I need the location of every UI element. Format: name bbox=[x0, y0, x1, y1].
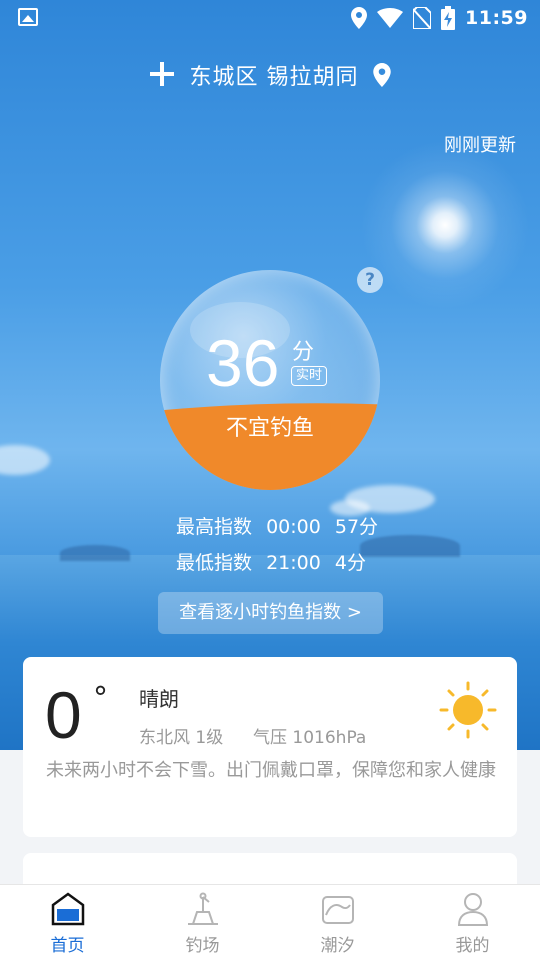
max-index-time: 00:00 bbox=[266, 516, 321, 538]
max-index-row: 最高指数 00:00 57分 bbox=[176, 512, 386, 539]
battery-charging-icon bbox=[441, 6, 456, 30]
nav-tide-label: 潮汐 bbox=[320, 936, 355, 956]
pressure-info: 气压 1016hPa bbox=[253, 728, 367, 748]
wifi-icon bbox=[377, 8, 404, 28]
sun-icon bbox=[439, 681, 497, 739]
min-index-row: 最低指数 21:00 4分 bbox=[176, 548, 374, 575]
min-index-time: 21:00 bbox=[266, 552, 321, 574]
min-index-label: 最低指数 bbox=[176, 552, 253, 574]
cloud bbox=[0, 445, 50, 475]
realtime-badge: 实时 bbox=[291, 366, 328, 386]
bottom-navigation: 首页 钓场 潮汐 我的 bbox=[0, 884, 540, 960]
location-pin-icon[interactable] bbox=[372, 63, 391, 87]
wind-info: 东北风 1级 bbox=[139, 728, 224, 748]
min-index-value: 4分 bbox=[334, 552, 366, 574]
location-name[interactable]: 东城区 锡拉胡同 bbox=[190, 59, 359, 91]
nav-tide[interactable]: 潮汐 bbox=[270, 885, 405, 960]
fishing-spot-icon bbox=[188, 892, 218, 925]
nav-profile[interactable]: 我的 bbox=[405, 885, 540, 960]
fishing-score: 36 bbox=[206, 326, 280, 400]
island bbox=[60, 545, 130, 561]
status-bar: 11:59 bbox=[0, 0, 540, 36]
hourly-index-button[interactable]: 查看逐小时钓鱼指数 > bbox=[158, 592, 383, 634]
forecast-text: 未来两小时不会下雪。出门佩戴口罩，保障您和家人健康 bbox=[46, 760, 496, 781]
fishing-verdict: 不宜钓鱼 bbox=[225, 416, 314, 441]
home-icon bbox=[51, 892, 85, 926]
profile-icon bbox=[457, 893, 489, 926]
nav-home[interactable]: 首页 bbox=[0, 885, 135, 960]
update-status: 刚刚更新 bbox=[444, 135, 516, 156]
location-header: 东城区 锡拉胡同 bbox=[0, 55, 540, 95]
nav-home-label: 首页 bbox=[50, 936, 85, 956]
weather-condition: 晴朗 bbox=[139, 687, 179, 711]
add-city-button[interactable] bbox=[149, 58, 174, 92]
degree-symbol: ° bbox=[93, 681, 108, 716]
max-index-value: 57分 bbox=[334, 516, 379, 538]
no-sim-icon bbox=[413, 7, 432, 29]
score-unit: 分 bbox=[292, 340, 315, 365]
weather-card[interactable]: 0 ° 晴朗 东北风 1级 气压 1016hPa 未来两小时不会下雪。出门佩戴口… bbox=[23, 657, 517, 837]
help-button[interactable]: ? bbox=[357, 267, 383, 293]
sun-glare bbox=[360, 140, 530, 310]
location-icon bbox=[351, 7, 368, 29]
max-index-label: 最高指数 bbox=[176, 516, 253, 538]
tide-icon bbox=[322, 896, 354, 924]
nav-fishing-spot[interactable]: 钓场 bbox=[135, 885, 270, 960]
nav-fishing-spot-label: 钓场 bbox=[185, 936, 220, 956]
plus-icon bbox=[149, 62, 174, 86]
gallery-icon bbox=[18, 8, 38, 26]
status-icons: 11:59 bbox=[351, 6, 528, 30]
temperature: 0 bbox=[45, 678, 82, 752]
nav-profile-label: 我的 bbox=[455, 936, 490, 956]
clock: 11:59 bbox=[465, 7, 528, 29]
